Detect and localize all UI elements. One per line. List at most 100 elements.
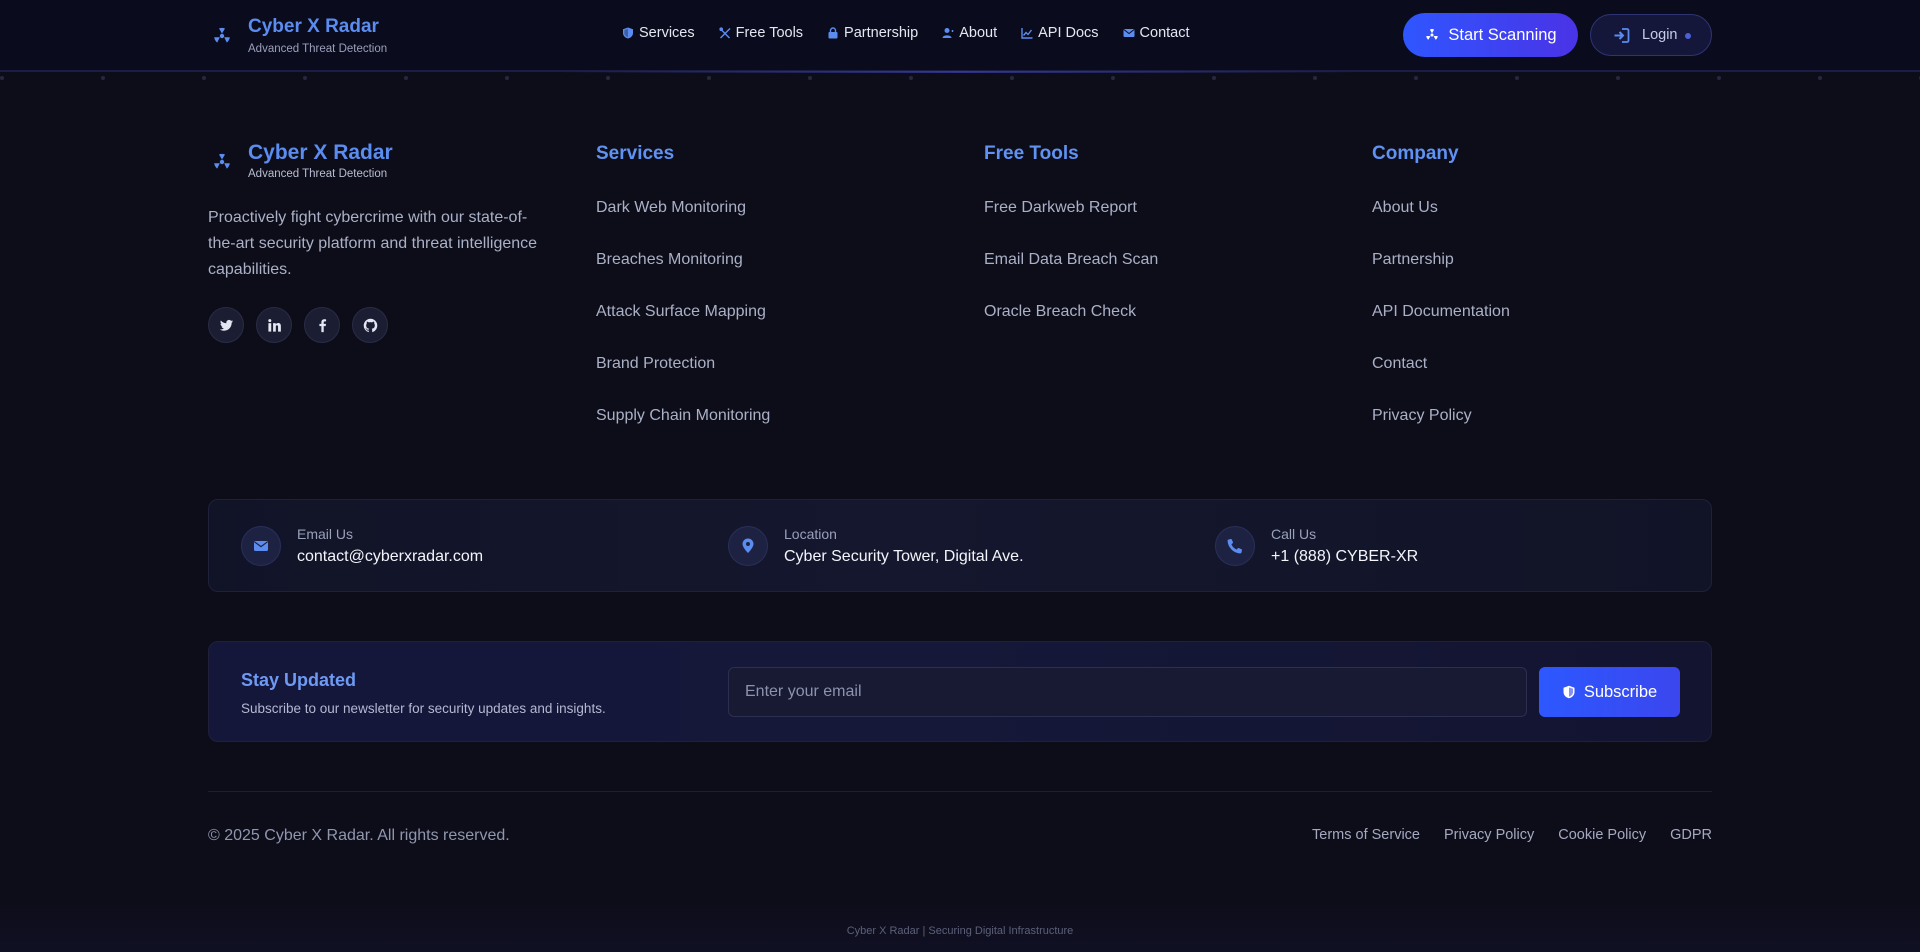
decorative-dot xyxy=(404,76,408,80)
top-navbar: Cyber X Radar Advanced Threat Detection … xyxy=(0,0,1920,72)
shield-icon xyxy=(623,27,633,39)
start-scanning-button[interactable]: Start Scanning xyxy=(1403,13,1578,57)
decorative-dot xyxy=(0,76,4,80)
login-button[interactable]: Login xyxy=(1590,14,1712,56)
footer-link[interactable]: Brand Protection xyxy=(596,354,770,406)
github-icon xyxy=(363,318,377,332)
github-link[interactable] xyxy=(352,307,388,343)
nav-link-services[interactable]: Services xyxy=(622,25,695,41)
contact-label: Call Us xyxy=(1271,526,1317,542)
newsletter-card: Stay Updated Subscribe to our newsletter… xyxy=(208,641,1712,742)
decorative-dot xyxy=(1616,76,1620,80)
nav-links: Services Free Tools Partnership About AP… xyxy=(622,25,1214,41)
footer-link[interactable]: Partnership xyxy=(1372,250,1510,302)
nav-link-contact[interactable]: Contact xyxy=(1123,25,1190,41)
footer-link[interactable]: Free Darkweb Report xyxy=(984,198,1158,250)
contact-label: Email Us xyxy=(297,526,354,542)
contact-icon-badge xyxy=(1215,526,1255,566)
decorative-dot xyxy=(101,76,105,80)
footer-brand[interactable]: Cyber X Radar Advanced Threat Detection xyxy=(208,142,548,181)
newsletter-email-input[interactable] xyxy=(728,667,1527,717)
twitter-link[interactable] xyxy=(208,307,244,343)
decorative-dot xyxy=(1212,76,1216,80)
column-title: Services xyxy=(596,143,675,164)
phone-icon xyxy=(1227,538,1243,554)
nav-link-free-tools[interactable]: Free Tools xyxy=(719,25,803,41)
decorative-dot xyxy=(1111,76,1115,80)
legal-links: Terms of Service Privacy Policy Cookie P… xyxy=(1288,827,1712,843)
footer-link[interactable]: Dark Web Monitoring xyxy=(596,198,770,250)
subscribe-button[interactable]: Subscribe xyxy=(1539,667,1680,717)
footer-link[interactable]: Breaches Monitoring xyxy=(596,250,770,302)
nav-link-label: About xyxy=(959,25,998,41)
brand-logo[interactable]: Cyber X Radar Advanced Threat Detection xyxy=(208,16,387,56)
linkedin-link[interactable] xyxy=(256,307,292,343)
decorative-dot xyxy=(1010,76,1014,80)
footer-brand-title: Cyber X Radar xyxy=(248,141,393,164)
footer-link[interactable]: Attack Surface Mapping xyxy=(596,302,770,354)
nav-link-label: Free Tools xyxy=(735,25,804,41)
navbar-glow xyxy=(560,71,1360,73)
contact-email[interactable]: Email Us contact@cyberxradar.com xyxy=(241,525,483,567)
contact-phone[interactable]: Call Us +1 (888) CYBER-XR xyxy=(1215,525,1418,567)
decorative-dot xyxy=(1313,76,1317,80)
footer-link[interactable]: Supply Chain Monitoring xyxy=(596,406,770,458)
newsletter-title: Stay Updated xyxy=(241,670,357,690)
user-icon xyxy=(942,28,954,38)
footer-column-free-tools: Free Tools Free Darkweb Report Email Dat… xyxy=(984,142,1158,354)
footer-brand-subtitle: Advanced Threat Detection xyxy=(248,168,388,180)
copyright-text: © 2025 Cyber X Radar. All rights reserve… xyxy=(208,827,510,844)
shield-icon xyxy=(1563,685,1575,699)
social-links xyxy=(208,307,548,343)
footer-link[interactable]: Oracle Breach Check xyxy=(984,302,1158,354)
contact-location[interactable]: Location Cyber Security Tower, Digital A… xyxy=(728,525,1024,567)
decorative-dot xyxy=(505,76,509,80)
map-pin-icon xyxy=(742,538,754,553)
contact-value: Cyber Security Tower, Digital Ave. xyxy=(784,548,1024,565)
nav-link-about[interactable]: About xyxy=(942,25,997,41)
decorative-dot xyxy=(909,76,913,80)
legal-link-cookies[interactable]: Cookie Policy xyxy=(1558,827,1646,843)
radiation-icon xyxy=(1426,29,1439,40)
contact-info-card: Email Us contact@cyberxradar.com Locatio… xyxy=(208,499,1712,592)
footer-link[interactable]: Privacy Policy xyxy=(1372,406,1510,458)
envelope-icon xyxy=(1123,29,1135,37)
legal-link-privacy[interactable]: Privacy Policy xyxy=(1444,827,1534,843)
decorative-dot xyxy=(1717,76,1721,80)
tools-icon xyxy=(719,27,731,39)
linkedin-icon xyxy=(267,318,281,332)
nav-link-label: Partnership xyxy=(844,25,919,41)
chart-icon xyxy=(1021,28,1033,39)
twitter-icon xyxy=(219,319,233,331)
decorative-dot xyxy=(1818,76,1822,80)
footer-link[interactable]: Contact xyxy=(1372,354,1510,406)
footer-tagline: Cyber X Radar | Securing Digital Infrast… xyxy=(846,925,1074,937)
decorative-dot xyxy=(808,76,812,80)
decorative-dot xyxy=(707,76,711,80)
brand-subtitle: Advanced Threat Detection xyxy=(248,43,388,55)
link-list: Free Darkweb Report Email Data Breach Sc… xyxy=(984,198,1158,354)
nav-link-label: Contact xyxy=(1139,25,1190,41)
nav-link-api-docs[interactable]: API Docs xyxy=(1021,25,1099,41)
nav-link-label: Services xyxy=(639,25,695,41)
nav-link-label: API Docs xyxy=(1038,25,1099,41)
decorative-dot-line xyxy=(0,76,1920,82)
contact-icon-badge xyxy=(728,526,768,566)
facebook-link[interactable] xyxy=(304,307,340,343)
legal-link-terms[interactable]: Terms of Service xyxy=(1312,827,1420,843)
radiation-icon xyxy=(214,27,230,43)
contact-icon-badge xyxy=(241,526,281,566)
sign-in-icon xyxy=(1614,27,1630,43)
footer-description: Proactively fight cybercrime with our st… xyxy=(208,209,538,278)
legal-link-gdpr[interactable]: GDPR xyxy=(1670,827,1712,843)
decorative-dot xyxy=(1414,76,1418,80)
footer-link[interactable]: API Documentation xyxy=(1372,302,1510,354)
newsletter-subtitle: Subscribe to our newsletter for security… xyxy=(241,701,606,716)
envelope-icon xyxy=(254,541,268,551)
nav-link-partnership[interactable]: Partnership xyxy=(827,25,918,41)
brand-title: Cyber X Radar xyxy=(248,16,379,37)
footer-link[interactable]: Email Data Breach Scan xyxy=(984,250,1158,302)
contact-value: contact@cyberxradar.com xyxy=(297,548,484,565)
footer-link[interactable]: About Us xyxy=(1372,198,1510,250)
decorative-dot xyxy=(202,76,206,80)
